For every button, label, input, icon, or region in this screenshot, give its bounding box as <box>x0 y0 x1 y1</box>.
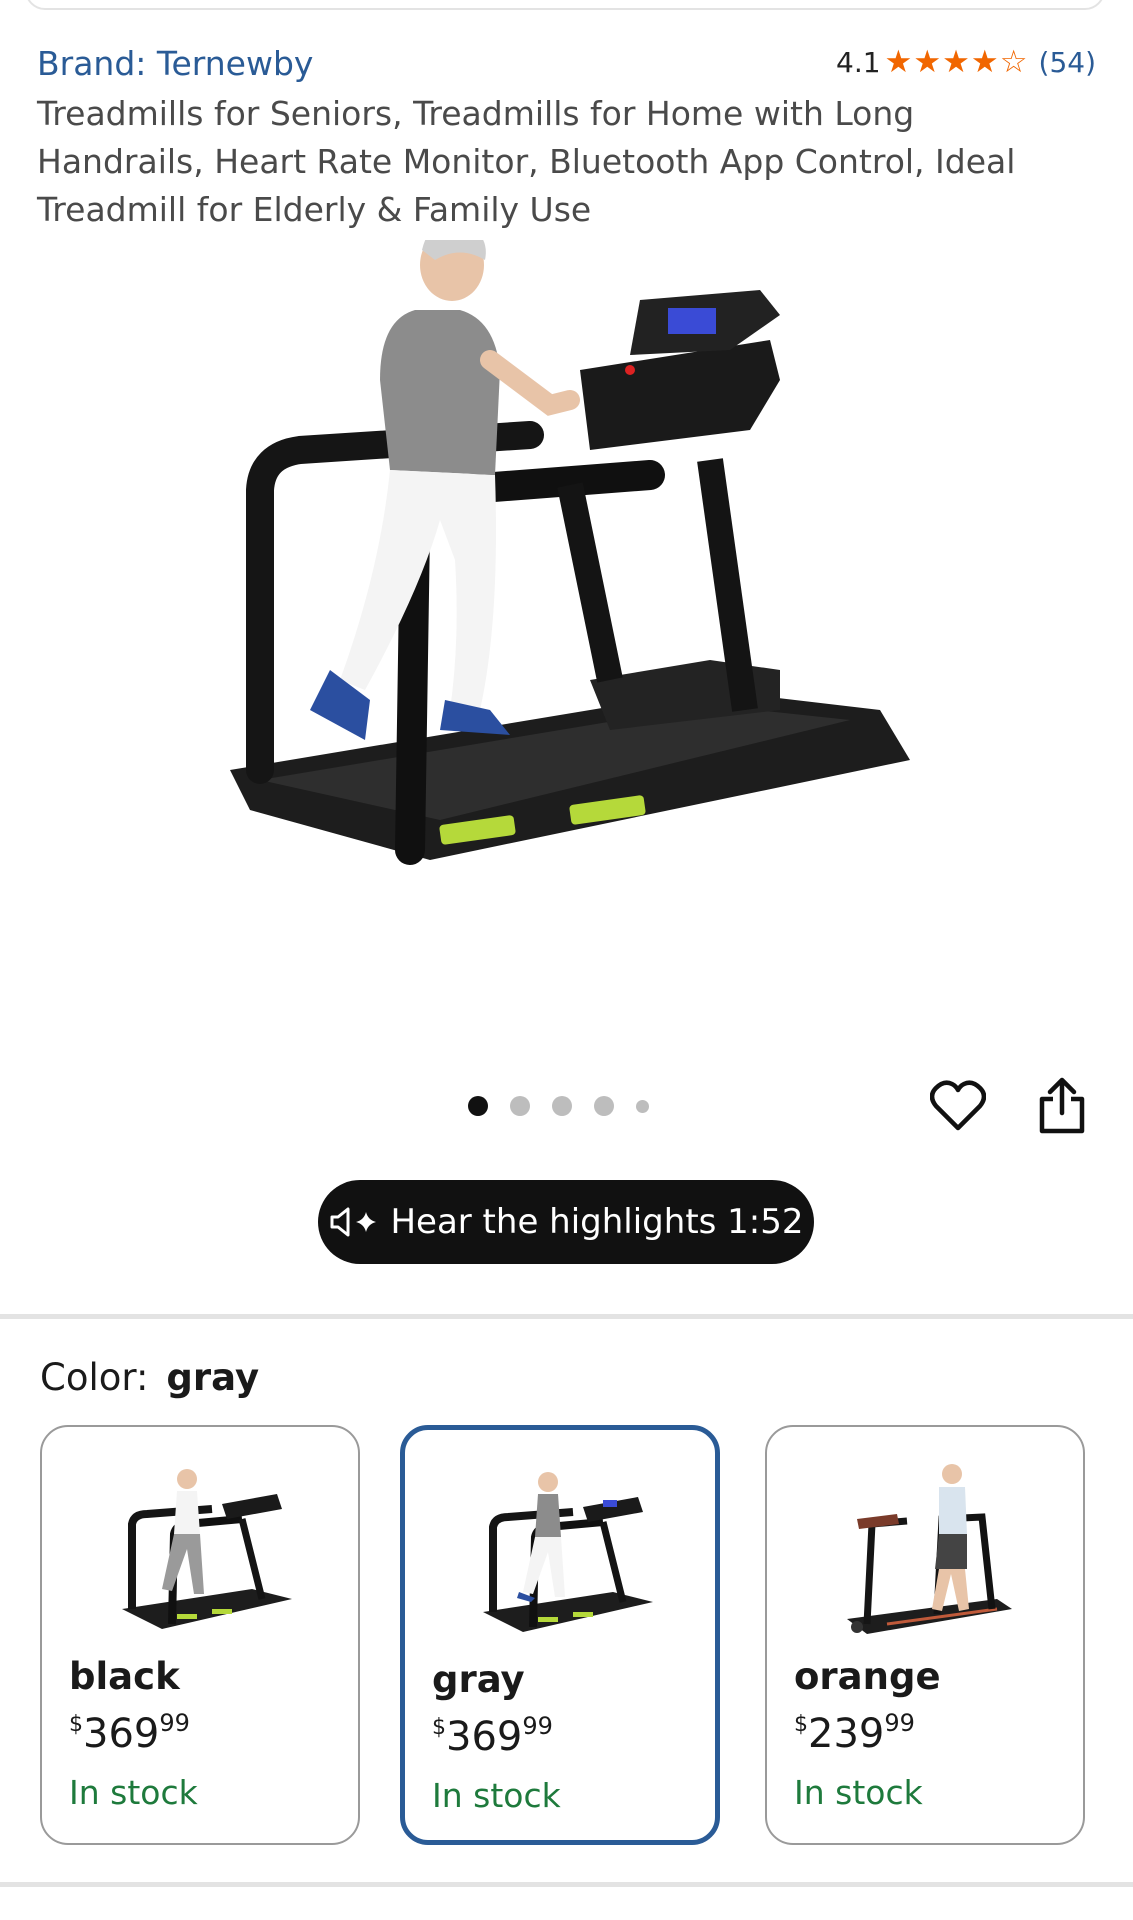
speaker-sparkle-icon <box>328 1206 380 1238</box>
search-bar-edge <box>25 0 1105 10</box>
share-icon[interactable] <box>1032 1076 1092 1136</box>
stock-status: In stock <box>794 1773 923 1812</box>
color-option-orange[interactable]: orange $23999 In stock <box>765 1425 1085 1845</box>
color-selector-label: Color: gray <box>40 1356 259 1399</box>
hear-highlights-button[interactable]: Hear the highlights 1:52 <box>318 1180 814 1264</box>
color-option-thumbnail <box>483 1472 653 1632</box>
carousel-dot[interactable] <box>552 1096 572 1116</box>
color-option-gray[interactable]: gray $36999 In stock <box>400 1425 720 1845</box>
color-option-price: $23999 <box>794 1709 915 1757</box>
review-count-link[interactable]: (54) <box>1039 46 1096 79</box>
color-label: Color: <box>40 1356 149 1399</box>
color-option-thumbnail <box>847 1464 1012 1634</box>
rating-stars: ★★★★☆ <box>884 44 1029 80</box>
stock-status: In stock <box>432 1776 561 1815</box>
color-option-price: $36999 <box>432 1712 553 1760</box>
selected-color-value: gray <box>166 1356 260 1399</box>
rating-score: 4.1 <box>836 45 881 79</box>
heart-icon[interactable] <box>928 1076 988 1136</box>
brand-link[interactable]: Brand: Ternewby <box>37 44 313 83</box>
carousel-dot[interactable] <box>510 1096 530 1116</box>
color-option-thumbnail <box>122 1469 292 1629</box>
rating-summary[interactable]: 4.1 ★★★★☆ (54) <box>836 44 1096 80</box>
color-option-black[interactable]: black $36999 In stock <box>40 1425 360 1845</box>
color-option-name: black <box>69 1655 180 1698</box>
color-option-name: gray <box>432 1658 525 1701</box>
carousel-dot[interactable] <box>468 1096 488 1116</box>
carousel-dot[interactable] <box>636 1099 649 1113</box>
stock-status: In stock <box>69 1773 198 1812</box>
color-option-price: $36999 <box>69 1709 190 1757</box>
carousel-dots[interactable] <box>468 1096 671 1116</box>
hear-highlights-label: Hear the highlights 1:52 <box>390 1202 804 1242</box>
product-title: Treadmills for Seniors, Treadmills for H… <box>37 94 1016 229</box>
color-option-name: orange <box>794 1655 941 1698</box>
carousel-dot[interactable] <box>594 1096 614 1116</box>
section-divider <box>0 1882 1133 1887</box>
product-image[interactable] <box>190 240 960 1010</box>
section-divider <box>0 1314 1133 1319</box>
